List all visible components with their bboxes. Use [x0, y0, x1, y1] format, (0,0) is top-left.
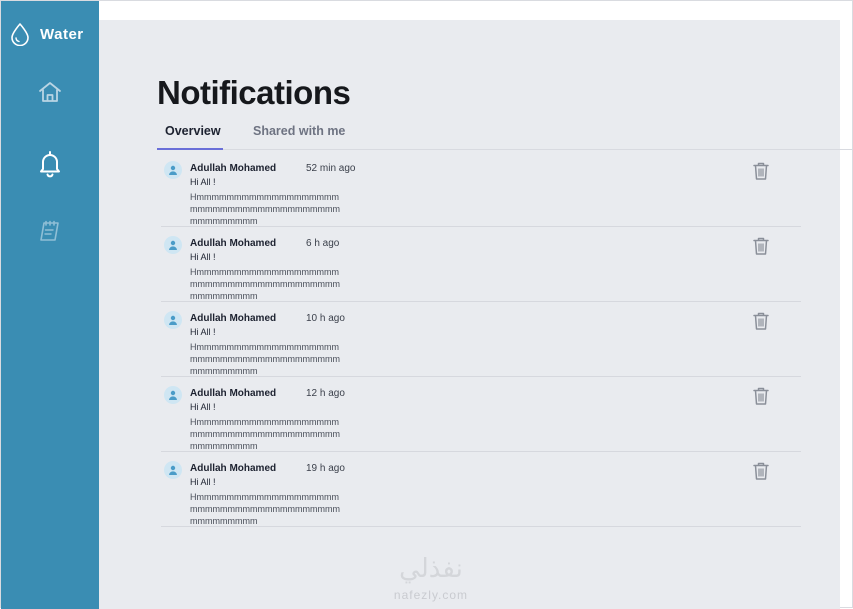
notification-body: Hmmmmmmmmmmmmmmmmmmmmmmmmmmmmmmmmmmmmmmm…	[190, 417, 340, 451]
notification-body: Hmmmmmmmmmmmmmmmmmmmmmmmmmmmmmmmmmmmmmmm…	[190, 267, 340, 301]
sidebar-item-home[interactable]	[1, 72, 99, 112]
notification-list: Adullah Mohamed 52 min ago Hi All ! Hmmm…	[161, 152, 801, 527]
user-icon	[164, 236, 182, 254]
tabs-divider	[223, 149, 853, 150]
notebook-icon	[38, 219, 62, 243]
notification-greeting: Hi All !	[190, 477, 216, 487]
trash-icon[interactable]	[751, 160, 771, 182]
sidebar-item-notifications[interactable]	[1, 144, 99, 184]
user-icon	[164, 386, 182, 404]
notification-sender: Adullah Mohamed	[190, 238, 277, 249]
tab-overview[interactable]: Overview	[157, 122, 223, 150]
bell-icon	[37, 150, 63, 178]
notification-item[interactable]: Adullah Mohamed 52 min ago Hi All ! Hmmm…	[161, 152, 801, 227]
user-icon	[164, 311, 182, 329]
trash-icon[interactable]	[751, 235, 771, 257]
notification-sender: Adullah Mohamed	[190, 313, 277, 324]
user-icon	[164, 461, 182, 479]
main-content: Notifications Overview Shared with me Ad…	[99, 20, 853, 609]
notification-item[interactable]: Adullah Mohamed 19 h ago Hi All ! Hmmmmm…	[161, 452, 801, 527]
notification-greeting: Hi All !	[190, 327, 216, 337]
notification-body: Hmmmmmmmmmmmmmmmmmmmmmmmmmmmmmmmmmmmmmmm…	[190, 192, 340, 226]
notification-sender: Adullah Mohamed	[190, 388, 277, 399]
notification-greeting: Hi All !	[190, 177, 216, 187]
notification-time: 10 h ago	[306, 313, 345, 324]
notification-greeting: Hi All !	[190, 252, 216, 262]
notification-greeting: Hi All !	[190, 402, 216, 412]
trash-icon[interactable]	[751, 310, 771, 332]
notification-sender: Adullah Mohamed	[190, 163, 277, 174]
notification-item[interactable]: Adullah Mohamed 12 h ago Hi All ! Hmmmmm…	[161, 377, 801, 452]
trash-icon[interactable]	[751, 385, 771, 407]
notification-time: 12 h ago	[306, 388, 345, 399]
notification-item[interactable]: Adullah Mohamed 10 h ago Hi All ! Hmmmmm…	[161, 302, 801, 377]
notification-body: Hmmmmmmmmmmmmmmmmmmmmmmmmmmmmmmmmmmmmmmm…	[190, 342, 340, 376]
user-icon	[164, 161, 182, 179]
tab-bar: Overview Shared with me	[157, 122, 853, 150]
tab-shared-with-me[interactable]: Shared with me	[245, 122, 353, 150]
notification-time: 19 h ago	[306, 463, 345, 474]
sidebar-item-notes[interactable]	[1, 211, 99, 251]
page-title: Notifications	[157, 74, 351, 111]
notification-item[interactable]: Adullah Mohamed 6 h ago Hi All ! Hmmmmmm…	[161, 227, 801, 302]
notification-body: Hmmmmmmmmmmmmmmmmmmmmmmmmmmmmmmmmmmmmmmm…	[190, 492, 340, 526]
notification-sender: Adullah Mohamed	[190, 463, 277, 474]
app-name: Water	[40, 25, 84, 43]
app-window: Water Notifications Overview Shared with…	[0, 0, 853, 609]
sidebar: Water	[1, 1, 99, 609]
water-drop-icon	[9, 22, 31, 46]
notification-time: 52 min ago	[306, 163, 356, 174]
trash-icon[interactable]	[751, 460, 771, 482]
brand: Water	[9, 21, 84, 47]
notification-time: 6 h ago	[306, 238, 340, 249]
home-icon	[37, 80, 63, 104]
